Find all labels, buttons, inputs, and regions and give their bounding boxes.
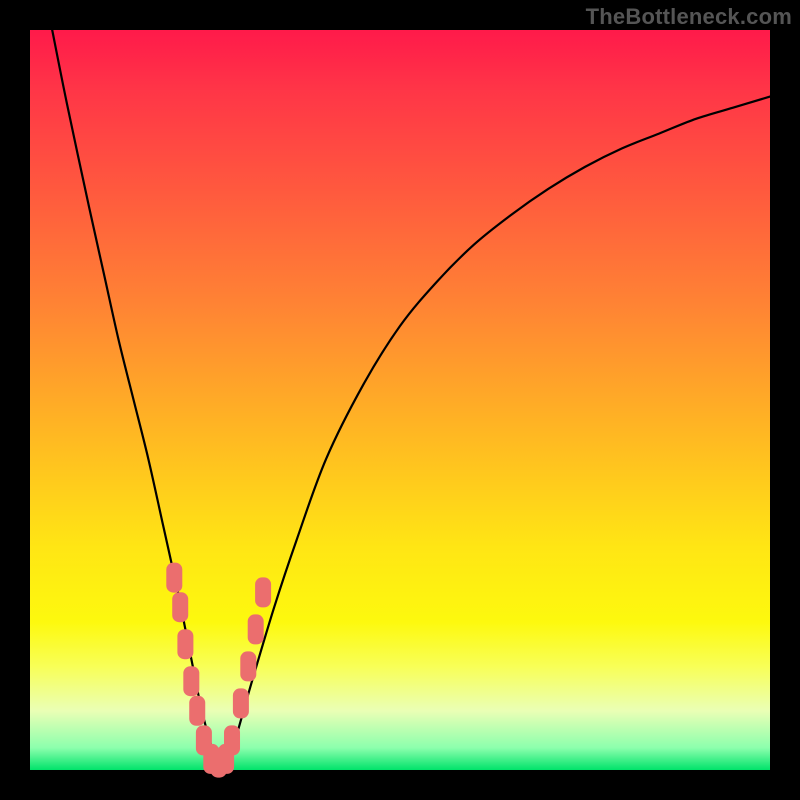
curve-svg [30, 30, 770, 770]
highlight-marker [255, 577, 271, 607]
watermark-text: TheBottleneck.com [586, 4, 792, 30]
bottleneck-curve [52, 30, 770, 763]
highlight-marker [233, 688, 249, 718]
highlight-marker [177, 629, 193, 659]
plot-area [30, 30, 770, 770]
highlight-marker [224, 725, 240, 755]
highlight-marker [248, 614, 264, 644]
highlight-marker [189, 696, 205, 726]
highlight-marker [166, 563, 182, 593]
chart-frame: TheBottleneck.com [0, 0, 800, 800]
highlight-marker [172, 592, 188, 622]
highlight-marker [183, 666, 199, 696]
highlight-marker [240, 651, 256, 681]
marker-group [166, 563, 271, 778]
